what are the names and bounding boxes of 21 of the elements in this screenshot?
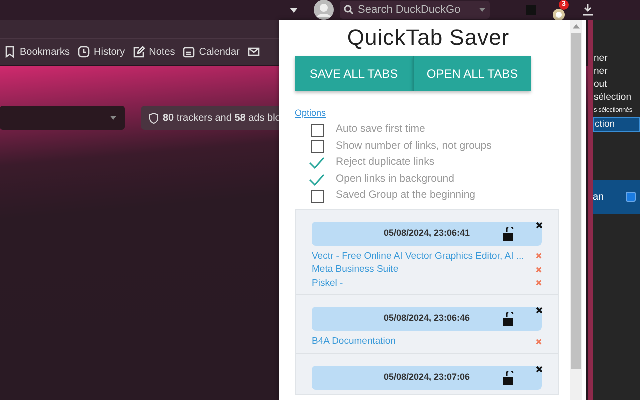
panel-item[interactable]: out [593,78,640,91]
bookmark-link[interactable]: Notes [149,44,176,60]
option-label: Open links in background [336,172,454,187]
group-header[interactable]: 05/08/2024, 23:06:41 [312,222,542,246]
panel-item[interactable]: ction [593,117,640,132]
options-link[interactable]: Options [295,108,326,118]
option-label: Auto save first time [336,122,426,138]
bookmark-link[interactable]: Calendar [199,44,240,60]
option-label: Show number of links, not groups [336,138,492,154]
popup-title: QuickTab Saver [346,24,511,52]
panel-row[interactable]: an [593,180,640,214]
search-field[interactable]: Search DuckDuckGo [340,1,490,19]
panel-item[interactable]: ner [593,52,640,65]
option-label: Reject duplicate links [336,155,435,170]
panel-item[interactable]: sélection [593,91,640,104]
group-header[interactable]: 05/08/2024, 23:06:46 [312,307,542,331]
option-label: Saved Group at the beginning [336,188,476,204]
panel-item[interactable]: ner [593,65,640,78]
bookmark-link[interactable]: Bookmarks [20,44,70,60]
bookmark-link[interactable]: History [94,44,126,60]
group-header[interactable]: 05/08/2024, 23:07:06 [312,366,542,390]
